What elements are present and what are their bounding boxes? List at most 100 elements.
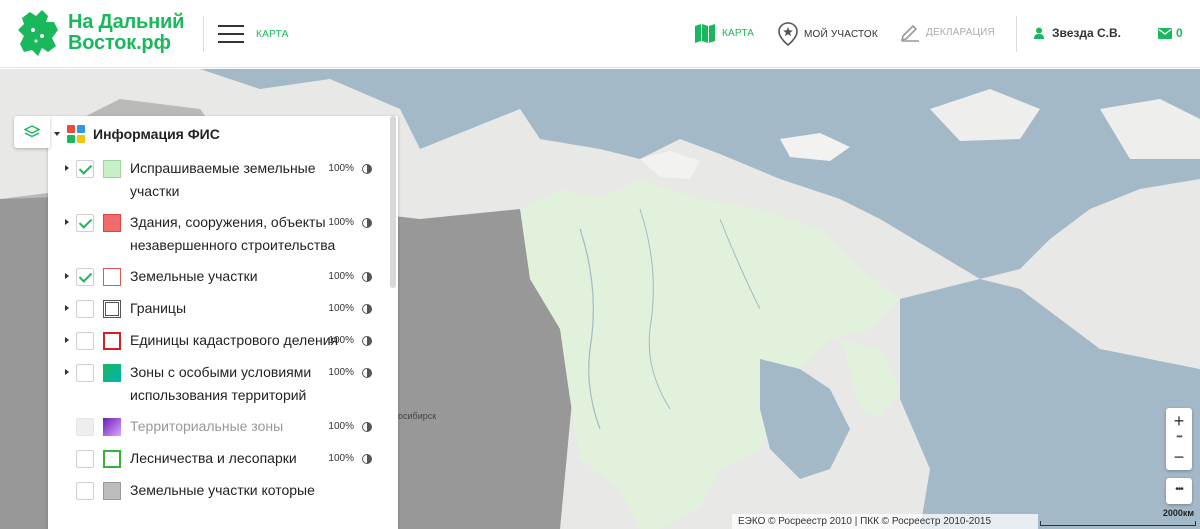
nav-declaration-label: ДЕКЛАРАЦИЯ — [926, 26, 995, 38]
layer-row[interactable]: Лесничества и лесопарки 100% — [48, 446, 388, 472]
zoom-in-button[interactable]: + — [1166, 410, 1192, 432]
user-profile[interactable]: Звезда С.В. — [1034, 26, 1121, 40]
layer-name-line-1: Испрашиваемые земельные — [130, 160, 316, 176]
caret-right-icon[interactable] — [65, 219, 69, 225]
caret-right-icon[interactable] — [65, 337, 69, 343]
layer-swatch-icon — [103, 482, 121, 500]
layer-checkbox[interactable] — [76, 300, 94, 318]
layers-icon — [24, 125, 40, 138]
header-divider — [203, 16, 204, 52]
site-logo[interactable]: На Дальний Восток.рф — [16, 8, 184, 58]
layer-name-line-1: Единицы кадастрового деления — [130, 332, 339, 348]
logo-text: На Дальний Восток.рф — [68, 12, 184, 54]
zoom-control: + ••• − — [1166, 408, 1192, 470]
messages-button[interactable]: 0 — [1158, 26, 1183, 40]
opacity-contrast-icon[interactable] — [362, 272, 372, 282]
layer-name-line-1: Территориальные зоны — [130, 418, 284, 434]
layer-name-line-2: участки — [130, 183, 180, 199]
layer-checkbox[interactable] — [76, 482, 94, 500]
layer-name-line-1: Границы — [130, 300, 186, 316]
nav-my-plot-label: МОЙ УЧАСТОК — [804, 28, 878, 40]
caret-right-icon[interactable] — [65, 273, 69, 279]
layer-name: Земельные участки которые — [130, 479, 340, 502]
opacity-contrast-icon[interactable] — [362, 164, 372, 174]
layer-swatch-icon — [103, 300, 121, 318]
layer-row[interactable]: Земельные участки 100% — [48, 264, 388, 290]
opacity-contrast-icon[interactable] — [362, 368, 372, 378]
zoom-out-button[interactable]: − — [1166, 446, 1192, 468]
caret-right-icon[interactable] — [65, 305, 69, 311]
layer-panel-scrollbar[interactable] — [390, 116, 396, 288]
layer-group-title: Информация ФИС — [93, 126, 220, 142]
layer-opacity-value: 100% — [328, 303, 354, 314]
menu-section-label: КАРТА — [256, 29, 289, 40]
layer-checkbox[interactable] — [76, 332, 94, 350]
layer-name-line-2: использования территорий — [130, 387, 307, 403]
messages-count: 0 — [1176, 26, 1183, 40]
layer-row[interactable]: Границы 100% — [48, 296, 388, 322]
map-scale-bar: 2000км — [1040, 508, 1196, 529]
layer-opacity-value: 100% — [328, 453, 354, 464]
opacity-contrast-icon[interactable] — [362, 304, 372, 314]
caret-right-icon[interactable] — [65, 369, 69, 375]
layer-panel: Информация ФИС Испрашиваемые земельные у… — [48, 116, 398, 529]
caret-down-icon[interactable] — [54, 132, 60, 136]
layer-row[interactable]: Территориальные зоны 100% — [48, 414, 388, 440]
layers-toggle-button[interactable] — [14, 116, 50, 148]
opacity-contrast-icon[interactable] — [362, 454, 372, 464]
layer-name: Испрашиваемые земельные участки — [130, 157, 340, 203]
layer-name: Территориальные зоны — [130, 415, 340, 438]
layer-name-line-1: Земельные участки — [130, 268, 258, 284]
layer-name: Единицы кадастрового деления — [130, 329, 340, 352]
layer-name-line-2: незавершенного строительства — [130, 237, 336, 253]
scale-line — [1040, 521, 1196, 526]
layer-swatch-icon — [103, 450, 121, 468]
layer-checkbox[interactable] — [76, 450, 94, 468]
more-options-button[interactable]: ••• — [1166, 478, 1192, 504]
app-root: На Дальний Восток.рф КАРТА КАРТА МОЙ УЧА… — [0, 0, 1200, 529]
layer-swatch-icon — [103, 160, 121, 178]
layer-row[interactable]: Земельные участки которые — [48, 478, 388, 504]
layer-name-line-1: Земельные участки которые — [130, 482, 315, 498]
layer-swatch-icon — [103, 214, 121, 232]
hamburger-menu-icon[interactable] — [218, 25, 244, 43]
layer-checkbox[interactable] — [76, 214, 94, 232]
opacity-contrast-icon[interactable] — [362, 422, 372, 432]
fis-group-icon — [67, 125, 85, 143]
caret-right-icon[interactable] — [65, 165, 69, 171]
top-header: На Дальний Восток.рф КАРТА КАРТА МОЙ УЧА… — [0, 0, 1200, 68]
layer-row[interactable]: Единицы кадастрового деления 100% — [48, 328, 388, 354]
nav-my-plot-link[interactable]: МОЙ УЧАСТОК — [778, 22, 878, 46]
layer-name: Зоны с особыми условиями использования т… — [130, 361, 340, 407]
layer-row[interactable]: Зоны с особыми условиями использования т… — [48, 360, 388, 408]
zoom-level-dots: ••• — [1176, 432, 1182, 441]
layer-name-line-1: Лесничества и лесопарки — [130, 450, 297, 466]
location-star-icon — [778, 22, 798, 46]
layer-name: Границы — [130, 297, 340, 320]
layer-checkbox[interactable] — [76, 418, 94, 436]
layer-swatch-icon — [103, 332, 121, 350]
pencil-icon — [900, 24, 919, 42]
layer-group-header[interactable]: Информация ФИС — [54, 125, 220, 143]
nav-declaration-link[interactable]: ДЕКЛАРАЦИЯ — [900, 22, 995, 42]
layer-swatch-icon — [103, 268, 121, 286]
folded-map-icon — [695, 24, 715, 43]
logo-line-1: На Дальний — [68, 11, 185, 33]
opacity-contrast-icon[interactable] — [362, 336, 372, 346]
layer-checkbox[interactable] — [76, 160, 94, 178]
layer-opacity-value: 100% — [328, 421, 354, 432]
layer-name-line-1: Здания, сооружения, объекты — [130, 214, 326, 230]
layer-checkbox[interactable] — [76, 364, 94, 382]
header-divider-right — [1016, 16, 1017, 52]
opacity-contrast-icon[interactable] — [362, 218, 372, 228]
map-city-label: осибирск — [398, 411, 437, 421]
user-icon — [1034, 27, 1044, 39]
nav-map-link[interactable]: КАРТА — [694, 22, 754, 44]
layer-name: Здания, сооружения, объекты незавершенно… — [130, 211, 340, 257]
layer-name-line-1: Зоны с особыми условиями — [130, 364, 312, 380]
layer-row[interactable]: Здания, сооружения, объекты незавершенно… — [48, 210, 388, 258]
layer-checkbox[interactable] — [76, 268, 94, 286]
nav-map-label: КАРТА — [722, 27, 755, 39]
map-attribution: ЕЭКО © Росреестр 2010 | ПКК © Росреестр … — [732, 514, 1038, 529]
layer-row[interactable]: Испрашиваемые земельные участки 100% — [48, 156, 388, 204]
